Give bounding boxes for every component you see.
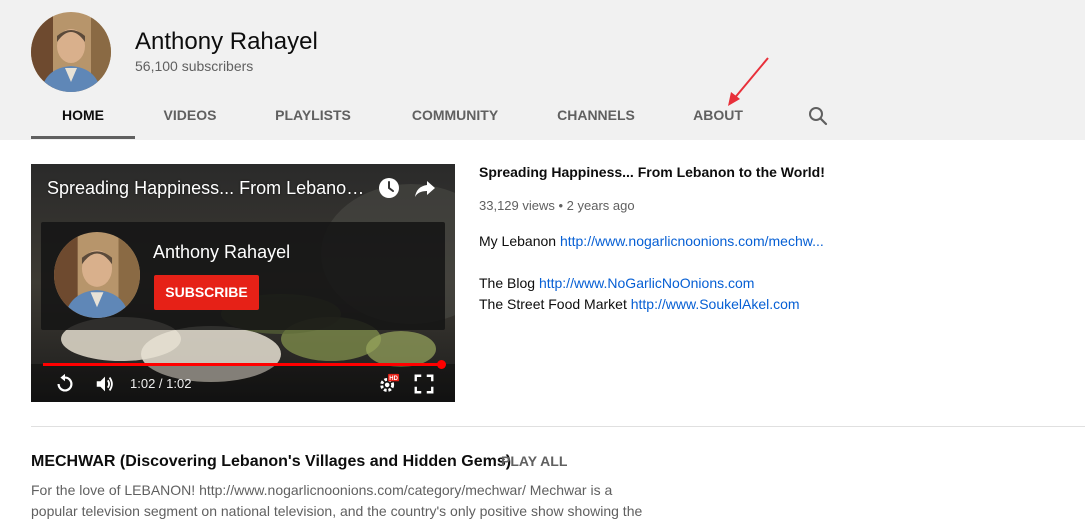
avatar-portrait <box>31 12 111 92</box>
description-link[interactable]: http://www.nogarlicnoonions.com/mechw... <box>560 233 824 249</box>
end-card-avatar[interactable] <box>54 232 140 318</box>
share-icon[interactable] <box>413 176 437 200</box>
channel-name: Anthony Rahayel <box>135 28 318 55</box>
description-text: The Blog <box>479 275 539 291</box>
progress-scrubber[interactable] <box>437 360 446 369</box>
player-title[interactable]: Spreading Happiness... From Lebanon to t… <box>47 178 367 199</box>
channel-avatar[interactable] <box>31 12 111 92</box>
tab-channels[interactable]: CHANNELS <box>547 92 645 138</box>
description-line: The Blog http://www.NoGarlicNoOnions.com <box>479 275 754 291</box>
tab-about[interactable]: ABOUT <box>682 92 754 138</box>
clock-icon[interactable] <box>377 176 401 200</box>
avatar-portrait <box>54 232 140 318</box>
featured-video-meta: 33,129 views • 2 years ago <box>479 198 635 213</box>
end-card-subscribe: Anthony Rahayel SUBSCRIBE <box>41 222 445 330</box>
settings-hd-icon[interactable]: HD <box>378 373 400 395</box>
active-tab-indicator <box>31 136 135 139</box>
hd-badge: HD <box>389 376 398 382</box>
tab-playlists[interactable]: PLAYLISTS <box>265 92 361 138</box>
replay-icon[interactable] <box>54 373 76 395</box>
play-all-button[interactable]: PLAY ALL <box>501 453 567 469</box>
subscriber-count: 56,100 subscribers <box>135 58 254 74</box>
playback-time: 1:02 / 1:02 <box>130 376 192 391</box>
tab-community[interactable]: COMMUNITY <box>400 92 510 138</box>
tab-home[interactable]: HOME <box>31 92 135 138</box>
fullscreen-icon[interactable] <box>413 373 435 395</box>
video-player[interactable]: Spreading Happiness... From Lebanon to t… <box>31 164 455 402</box>
section-divider <box>31 426 1085 427</box>
tab-videos[interactable]: VIDEOS <box>153 92 227 138</box>
subscribe-button[interactable]: SUBSCRIBE <box>154 275 259 310</box>
featured-video-title[interactable]: Spreading Happiness... From Lebanon to t… <box>479 164 825 180</box>
playlist-section-title[interactable]: MECHWAR (Discovering Lebanon's Villages … <box>31 453 511 471</box>
volume-icon[interactable] <box>94 373 116 395</box>
description-text: The Street Food Market <box>479 296 631 312</box>
search-icon[interactable] <box>806 104 830 128</box>
description-line: My Lebanon http://www.nogarlicnoonions.c… <box>479 233 824 249</box>
channel-header: Anthony Rahayel 56,100 subscribers HOME … <box>0 0 1085 140</box>
description-link[interactable]: http://www.SoukelAkel.com <box>631 296 800 312</box>
description-link[interactable]: http://www.NoGarlicNoOnions.com <box>539 275 755 291</box>
end-card-channel-name[interactable]: Anthony Rahayel <box>153 242 290 263</box>
description-text: My Lebanon <box>479 233 560 249</box>
description-line: The Street Food Market http://www.Soukel… <box>479 296 800 312</box>
playlist-section-description: For the love of LEBANON! http://www.noga… <box>31 482 643 519</box>
progress-bar[interactable] <box>43 363 443 366</box>
